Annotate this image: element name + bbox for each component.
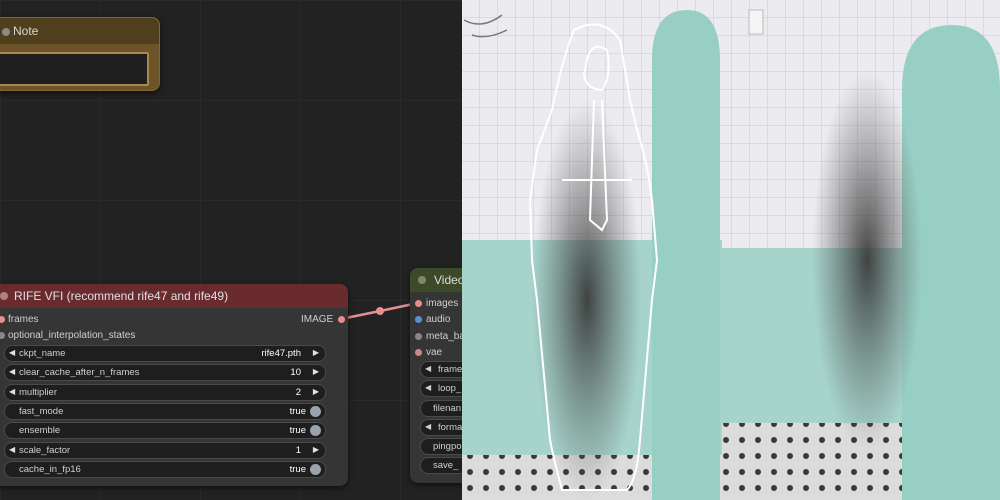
format-widget[interactable]: ◀ forma bbox=[420, 419, 462, 436]
video-combine-node[interactable]: Video images audio meta_ba vae ◀ frame ◀… bbox=[410, 268, 462, 483]
output-image: IMAGE bbox=[301, 314, 334, 325]
rife-node-title: RIFE VFI (recommend rife47 and rife49) bbox=[14, 289, 229, 303]
save-output-widget[interactable]: save_ bbox=[420, 457, 462, 474]
frame-rate-widget[interactable]: ◀ frame bbox=[420, 361, 462, 378]
collapse-dot-icon[interactable] bbox=[418, 276, 426, 284]
widget-value: true bbox=[289, 406, 306, 417]
loop-count-widget[interactable]: ◀ loop_ bbox=[420, 380, 462, 397]
filename-prefix-widget[interactable]: filenan bbox=[420, 400, 462, 417]
pingpong-widget[interactable]: pingpo bbox=[420, 438, 462, 455]
frames-input-dot-icon[interactable] bbox=[0, 316, 5, 323]
images-input-dot-icon[interactable] bbox=[415, 300, 422, 307]
widget-label: multiplier bbox=[19, 387, 58, 398]
widget-value: rife47.pth bbox=[261, 348, 301, 359]
image-output-dot-icon[interactable] bbox=[338, 316, 345, 323]
input-audio: audio bbox=[426, 314, 451, 325]
widget-label: ckpt_name bbox=[19, 348, 66, 359]
arrow-left-icon[interactable]: ◀ bbox=[425, 383, 431, 392]
arrow-left-icon[interactable]: ◀ bbox=[425, 364, 431, 373]
widget-label: pingpo bbox=[433, 441, 462, 452]
widget-label: cache_in_fp16 bbox=[19, 464, 81, 475]
arrow-right-icon[interactable]: ▶ bbox=[313, 367, 319, 376]
widget-label: frame bbox=[438, 364, 462, 375]
widget-value: true bbox=[289, 464, 306, 475]
vae-input-dot-icon[interactable] bbox=[415, 349, 422, 356]
cache-in-fp16-toggle[interactable]: cache_in_fp16 true bbox=[4, 461, 326, 478]
widget-value: 10 bbox=[290, 367, 301, 378]
toggle-knob-icon[interactable] bbox=[310, 464, 321, 475]
link-midpoint-icon[interactable] bbox=[376, 307, 384, 315]
arrow-left-icon[interactable]: ◀ bbox=[9, 348, 15, 357]
collapse-dot-icon[interactable] bbox=[0, 292, 8, 300]
arrow-left-icon[interactable]: ◀ bbox=[9, 367, 15, 376]
scale-factor-number[interactable]: ◀ scale_factor 1 ▶ bbox=[4, 442, 326, 459]
video-node-header[interactable]: Video bbox=[410, 268, 462, 292]
input-frames: frames bbox=[8, 314, 39, 325]
input-meta-batch: meta_ba bbox=[426, 331, 462, 342]
widget-label: save_ bbox=[433, 460, 459, 471]
input-vae: vae bbox=[426, 347, 443, 358]
widget-label: filenan bbox=[433, 403, 461, 414]
video-node-title: Video bbox=[434, 273, 462, 287]
arrow-left-icon[interactable]: ◀ bbox=[425, 422, 431, 431]
input-images: images bbox=[426, 298, 459, 309]
widget-label: loop_ bbox=[438, 383, 462, 394]
rife-vfi-node[interactable]: RIFE VFI (recommend rife47 and rife49) f… bbox=[0, 284, 348, 486]
audio-input-dot-icon[interactable] bbox=[415, 316, 422, 323]
widget-label: scale_factor bbox=[19, 445, 71, 456]
toggle-knob-icon[interactable] bbox=[310, 425, 321, 436]
fast-mode-toggle[interactable]: fast_mode true bbox=[4, 403, 326, 420]
interp-states-input-dot-icon[interactable] bbox=[0, 332, 5, 339]
widget-label: forma bbox=[438, 422, 462, 433]
video-preview-image bbox=[462, 0, 1000, 500]
toggle-knob-icon[interactable] bbox=[310, 406, 321, 417]
arrow-left-icon[interactable]: ◀ bbox=[9, 445, 15, 454]
arrow-right-icon[interactable]: ▶ bbox=[313, 387, 319, 396]
widget-label: fast_mode bbox=[19, 406, 64, 417]
widget-label: ensemble bbox=[19, 425, 61, 436]
arrow-right-icon[interactable]: ▶ bbox=[313, 445, 319, 454]
clear-cache-number[interactable]: ◀ clear_cache_after_n_frames 10 ▶ bbox=[4, 364, 326, 381]
input-optional-interpolation-states: optional_interpolation_states bbox=[8, 330, 136, 341]
widget-value: 1 bbox=[295, 445, 301, 456]
widget-value: true bbox=[289, 425, 306, 436]
arrow-left-icon[interactable]: ◀ bbox=[9, 387, 15, 396]
multiplier-number[interactable]: ◀ multiplier 2 ▶ bbox=[4, 384, 326, 401]
arrow-right-icon[interactable]: ▶ bbox=[313, 348, 319, 357]
widget-value: 2 bbox=[295, 387, 301, 398]
meta-batch-input-dot-icon[interactable] bbox=[415, 333, 422, 340]
ckpt-name-combo[interactable]: ◀ ckpt_name rife47.pth ▶ bbox=[4, 345, 326, 362]
node-graph-canvas[interactable]: Note RIFE VFI (recommend rife47 and rife… bbox=[0, 0, 462, 500]
rife-node-header[interactable]: RIFE VFI (recommend rife47 and rife49) bbox=[0, 284, 348, 308]
widget-label: clear_cache_after_n_frames bbox=[19, 367, 140, 378]
ensemble-toggle[interactable]: ensemble true bbox=[4, 422, 326, 439]
preview-illustration bbox=[462, 0, 1000, 500]
